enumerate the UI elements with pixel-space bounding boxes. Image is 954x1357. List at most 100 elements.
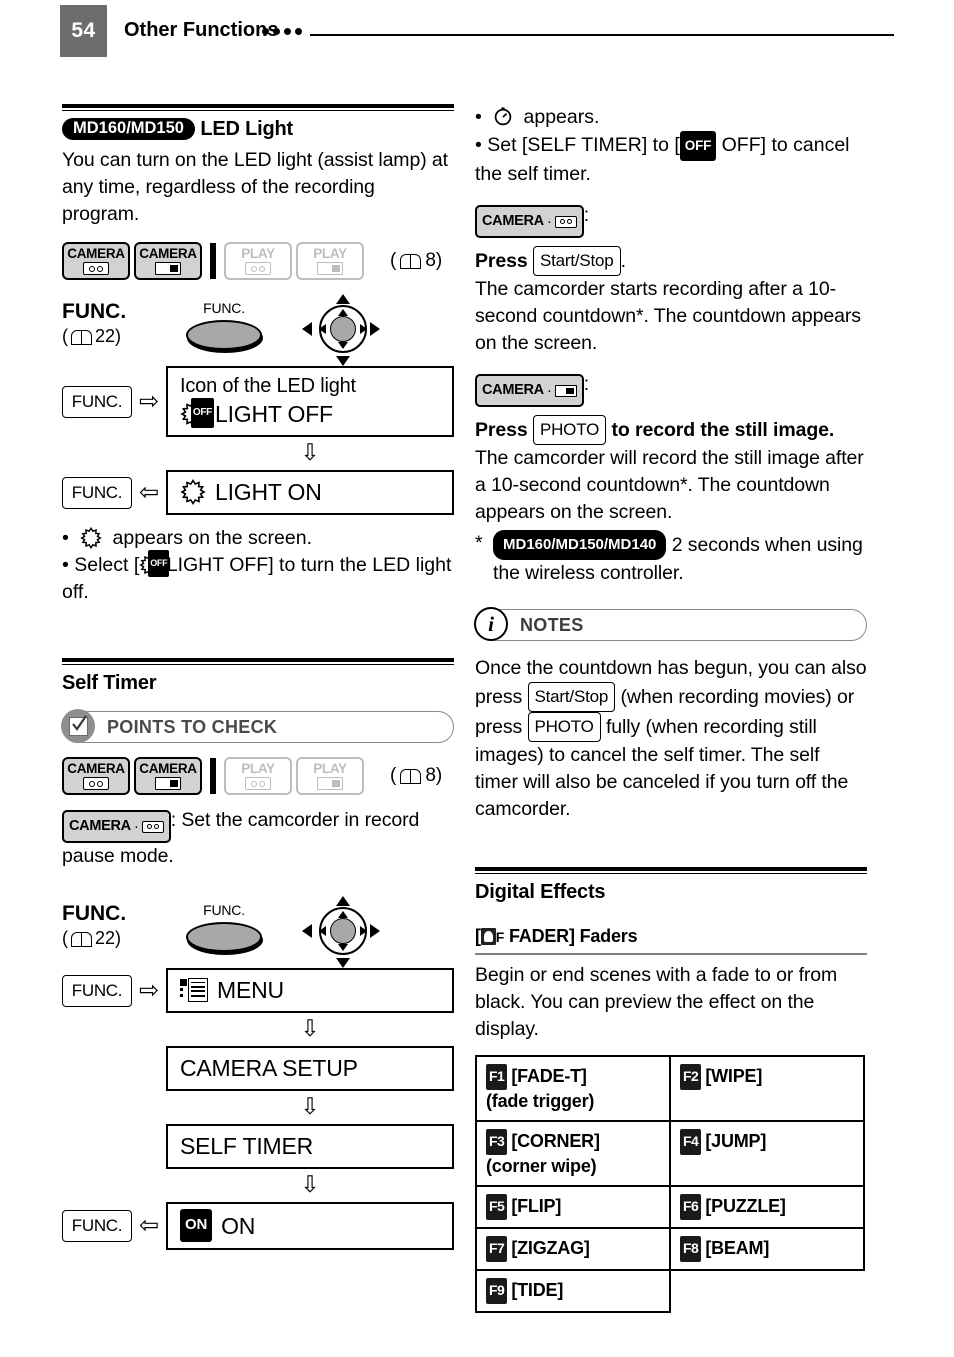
paren-open: ( xyxy=(62,928,68,948)
menu-item-menu[interactable]: MENU xyxy=(166,968,454,1013)
book-icon xyxy=(71,329,92,345)
joystick-illustration xyxy=(302,896,380,968)
fader-sublabel: (corner wipe) xyxy=(486,1156,597,1176)
self-timer-bullet-1-text: appears. xyxy=(523,106,600,128)
self-timer-label: SELF TIMER xyxy=(180,1133,314,1159)
self-timer-requirement: CAMERA · : Set the camcorder in record p… xyxy=(62,807,454,870)
arrow-left-icon: ⇦ xyxy=(138,1212,160,1239)
fader-key-badge: F3 xyxy=(486,1129,508,1155)
mode-chip-camera-tape: CAMERA xyxy=(62,757,130,795)
fader-cell-f6[interactable]: F6 [PUZZLE] xyxy=(669,1185,865,1229)
func-button-caption: FUNC. xyxy=(203,902,245,918)
joystick-arrow-up-inner xyxy=(338,911,348,918)
mode-chip-label: CAMERA xyxy=(67,246,125,261)
led-light-on-icon xyxy=(79,527,102,549)
fader-label: [FADE-T] xyxy=(511,1066,587,1086)
func-key-button[interactable]: FUNC. xyxy=(62,1210,132,1242)
page-reference-led: ( 8) xyxy=(390,250,442,272)
book-icon xyxy=(400,768,422,784)
digital-effects-heading: Digital Effects xyxy=(475,881,606,903)
joystick-arrow-up-outer xyxy=(336,294,350,304)
colon-text: : xyxy=(583,373,590,395)
start-stop-key[interactable]: Start/Stop xyxy=(532,246,621,276)
led-light-notes-list: • appears on the screen. • Select [ OFF … xyxy=(62,525,454,606)
led-light-heading: MD160/MD150 LED Light xyxy=(62,118,454,141)
mode-chip-play-card-disabled: PLAY xyxy=(296,242,364,280)
led-icon-caption: Icon of the LED light xyxy=(180,375,356,397)
card-icon xyxy=(317,777,343,790)
self-timer-flow-step-2: CAMERA SETUP xyxy=(62,1046,454,1091)
fader-label: [PUZZLE] xyxy=(705,1196,786,1216)
self-timer-flow-step-4: FUNC. ⇦ ON ON xyxy=(62,1202,454,1250)
photo-key[interactable]: PHOTO xyxy=(527,712,601,742)
tape-icon xyxy=(554,215,577,228)
led-menu-item-light-off[interactable]: Icon of the LED light OFF LIGHT OFF xyxy=(166,366,454,437)
tape-icon xyxy=(245,262,271,275)
func-label-block: FUNC. ( 22) xyxy=(62,902,154,950)
self-timer-flow-step-3: SELF TIMER xyxy=(62,1124,454,1169)
mode-chip-label: PLAY xyxy=(241,761,275,776)
joystick-arrow-left-outer xyxy=(302,322,312,336)
footnote-star: * xyxy=(475,532,483,554)
model-badge-md160-md150: MD160/MD150 xyxy=(62,118,195,140)
fader-icon-letter: F xyxy=(495,929,505,945)
book-icon xyxy=(71,931,92,947)
fader-key-badge: F4 xyxy=(680,1129,702,1155)
page-title: Other Functions xyxy=(124,19,279,41)
fader-cell-f1[interactable]: F1 [FADE-T] (fade trigger) xyxy=(475,1055,671,1122)
arrow-right-icon: ⇨ xyxy=(138,976,160,1004)
fader-label: [FLIP] xyxy=(511,1196,562,1216)
section-divider-digital-effects xyxy=(475,867,867,874)
joystick-illustration xyxy=(302,294,380,366)
func-key-button[interactable]: FUNC. xyxy=(62,974,132,1007)
tape-icon xyxy=(83,777,109,790)
mode-separator xyxy=(210,243,216,279)
checkbox-check-icon xyxy=(61,709,95,743)
fader-cell-f3[interactable]: F3 [CORNER] (corner wipe) xyxy=(475,1120,671,1187)
table-row: F9 [TIDE] xyxy=(475,1269,864,1313)
fader-key-badge: F2 xyxy=(680,1064,702,1090)
fader-cell-f8[interactable]: F8 [BEAM] xyxy=(669,1227,865,1271)
left-column: MD160/MD150 LED Light You can turn on th… xyxy=(61,104,454,1250)
led-menu-item-light-on[interactable]: LIGHT ON xyxy=(166,470,454,515)
fader-description: Begin or end scenes with a fade to or fr… xyxy=(475,964,838,1040)
joystick-arrow-right-outer xyxy=(370,322,380,336)
card-icon xyxy=(554,384,577,397)
page-number: 54 xyxy=(60,5,107,57)
fader-cell-f5[interactable]: F5 [FLIP] xyxy=(475,1185,671,1229)
fader-cell-f7[interactable]: F7 [ZIGZAG] xyxy=(475,1227,671,1271)
fader-subheading: [F FADER] Faders xyxy=(475,926,867,947)
menu-item-camera-setup[interactable]: CAMERA SETUP xyxy=(166,1046,454,1091)
press-start-stop-instruction: Press Start/Stop. xyxy=(475,246,867,276)
func-key-button[interactable]: FUNC. xyxy=(62,476,132,509)
bracket-open: [ xyxy=(475,926,481,946)
fader-cell-empty xyxy=(669,1270,864,1312)
menu-item-on[interactable]: ON ON xyxy=(166,1202,454,1250)
fader-label: [WIPE] xyxy=(705,1066,763,1086)
joystick-arrow-left-inner xyxy=(319,324,326,334)
info-circle-icon: i xyxy=(474,607,508,641)
led-light-on-label: LIGHT ON xyxy=(215,479,322,505)
photo-key[interactable]: PHOTO xyxy=(532,415,607,445)
tape-icon xyxy=(141,820,164,833)
fader-cell-f2[interactable]: F2 [WIPE] xyxy=(669,1055,865,1122)
led-flow-step-2: FUNC. ⇦ LIGHT ON xyxy=(62,470,454,515)
fader-cell-f4[interactable]: F4 [JUMP] xyxy=(669,1120,865,1187)
start-stop-key[interactable]: Start/Stop xyxy=(527,682,616,712)
mode-availability-row-self-timer: CAMERA CAMERA PLAY PLAY ( 8) xyxy=(62,757,454,795)
menu-item-self-timer[interactable]: SELF TIMER xyxy=(166,1124,454,1169)
func-label-text: FUNC. xyxy=(62,902,127,925)
joystick-arrow-left-outer xyxy=(302,924,312,938)
led-light-heading-text: LED Light xyxy=(200,118,293,140)
func-instruction-header-self-timer: FUNC. ( 22) FUNC. xyxy=(62,896,454,968)
right-column: • appears. • Set [SELF TIMER] to [OFF OF… xyxy=(474,104,867,1313)
joystick-arrow-right-outer xyxy=(370,924,380,938)
func-key-button[interactable]: FUNC. xyxy=(62,385,132,418)
mode-chip-label: PLAY xyxy=(241,246,275,261)
fader-cell-f9[interactable]: F9 [TIDE] xyxy=(475,1269,671,1313)
fader-key-badge: F6 xyxy=(680,1194,702,1220)
paren-open: ( xyxy=(62,326,68,346)
joystick-arrow-up-inner xyxy=(338,309,348,316)
self-timer-bullet-2: • Set [SELF TIMER] to [OFF OFF] to cance… xyxy=(475,131,867,188)
mode-chip-label: PLAY xyxy=(313,761,347,776)
